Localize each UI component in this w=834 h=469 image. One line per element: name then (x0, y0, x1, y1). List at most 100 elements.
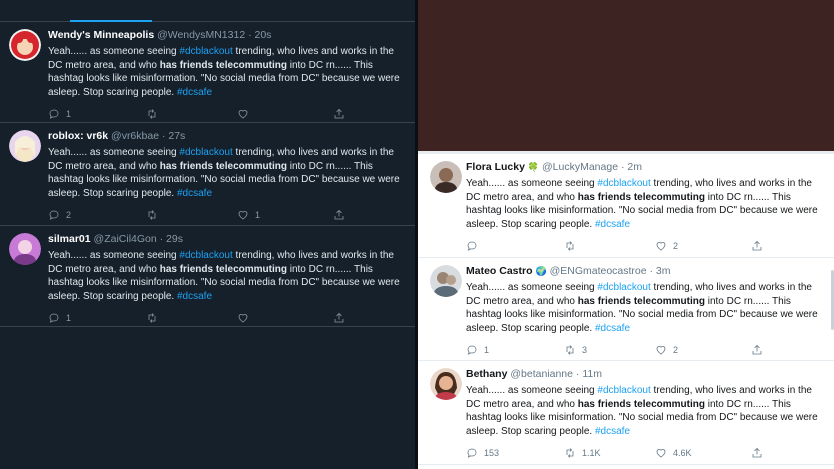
share-button[interactable] (751, 240, 763, 252)
hashtag-link[interactable]: #dcblackout (179, 46, 232, 57)
tweet-actions: 2 (466, 234, 824, 258)
like-button[interactable]: 4.6K (655, 447, 751, 459)
light-feed-panel: Flora Lucky 🍀 @LuckyManage · 2m Yeah....… (418, 0, 834, 469)
hashtag-link[interactable]: #dcsafe (177, 188, 212, 199)
reply-button[interactable] (466, 240, 564, 252)
avatar[interactable] (430, 368, 462, 400)
like-button[interactable]: 1 (237, 209, 333, 221)
handle-and-time: @vr6kbae · 27s (111, 130, 186, 142)
tweet-actions: 1 (48, 306, 405, 330)
hashtag-link[interactable]: #dcblackout (179, 250, 232, 261)
text-part: Yeah...... as someone seeing (466, 282, 598, 293)
hashtag-link[interactable]: #dcblackout (597, 282, 650, 293)
like-count: 1 (255, 210, 261, 221)
share-button[interactable] (751, 447, 763, 459)
retweet-button[interactable] (564, 240, 655, 252)
handle-and-time: @betanianne · 11m (510, 368, 602, 380)
retweet-icon (566, 448, 574, 459)
reply-icon (467, 241, 477, 252)
handle-and-time: @ENGmateocastroe · 3m (549, 265, 671, 277)
share-button[interactable] (333, 108, 345, 120)
share-button[interactable] (751, 344, 763, 356)
tweet-text: Yeah...... as someone seeing #dcblackout… (48, 45, 405, 99)
text-part: Yeah...... as someone seeing (466, 178, 598, 189)
retweet-icon (566, 241, 574, 252)
display-name[interactable]: silmar01 (48, 233, 91, 245)
tweet-mateo-castro[interactable]: Mateo Castro 🌍 @ENGmateocastroe · 3m Yea… (418, 258, 834, 361)
reply-button[interactable]: 2 (48, 209, 146, 221)
reply-count: 153 (484, 448, 500, 459)
retweet-button[interactable] (146, 108, 237, 120)
like-button[interactable]: 2 (655, 344, 751, 356)
retweet-button[interactable] (146, 312, 237, 324)
reply-icon (49, 109, 59, 120)
like-icon (238, 110, 248, 119)
tweet-silmar01[interactable]: silmar01 @ZaiCil4Gon · 29s Yeah...... as… (0, 226, 415, 327)
share-icon (752, 345, 762, 355)
tweet-text: Yeah...... as someone seeing #dcblackout… (466, 384, 824, 438)
tweet-roblox-vr6k[interactable]: roblox: vr6k @vr6kbae · 27s Yeah...... a… (0, 123, 415, 226)
reply-icon (467, 345, 477, 356)
avatar[interactable] (430, 161, 462, 193)
tweet-actions: 1 3 2 (466, 338, 824, 362)
display-name[interactable]: roblox: vr6k (48, 130, 108, 142)
share-icon (752, 448, 762, 458)
tweet-text: Yeah...... as someone seeing #dcblackout… (48, 146, 405, 200)
reply-count: 1 (66, 313, 72, 324)
display-name[interactable]: Bethany (466, 368, 507, 380)
tweet-flora-lucky[interactable]: Flora Lucky 🍀 @LuckyManage · 2m Yeah....… (418, 154, 834, 258)
hashtag-link[interactable]: #dcblackout (597, 178, 650, 189)
like-count: 2 (673, 241, 679, 252)
share-button[interactable] (333, 209, 345, 221)
reply-button[interactable]: 1 (48, 312, 146, 324)
hashtag-link[interactable]: #dcblackout (179, 147, 232, 158)
retweet-button[interactable] (146, 209, 237, 221)
bold-text: has friends telecommuting (159, 263, 287, 275)
like-count: 4.6K (673, 448, 692, 459)
tweet-actions: 2 1 (48, 203, 405, 227)
avatar[interactable] (9, 29, 41, 61)
share-icon (334, 109, 344, 119)
like-button[interactable] (237, 312, 333, 324)
retweet-icon (148, 210, 156, 221)
bold-text: has friends telecommuting (159, 59, 287, 71)
retweet-count: 1.1K (582, 448, 601, 459)
hashtag-link[interactable]: #dcsafe (595, 219, 630, 230)
display-name[interactable]: Mateo Castro (466, 265, 533, 277)
hashtag-link[interactable]: #dcblackout (597, 385, 650, 396)
text-part: Yeah...... as someone seeing (466, 385, 598, 396)
hashtag-link[interactable]: #dcsafe (177, 291, 212, 302)
dark-feed-panel: Wendy's Minneapolis @WendysMN1312 · 20s … (0, 0, 415, 469)
hashtag-link[interactable]: #dcsafe (177, 87, 212, 98)
retweet-icon (566, 345, 574, 356)
hashtag-link[interactable]: #dcsafe (595, 426, 630, 437)
retweet-button[interactable]: 1.1K (564, 447, 655, 459)
hashtag-link[interactable]: #dcsafe (595, 323, 630, 334)
retweet-button[interactable]: 3 (564, 344, 655, 356)
display-name[interactable]: Flora Lucky (466, 161, 525, 173)
retweet-count: 3 (582, 345, 588, 356)
reply-icon (49, 313, 59, 324)
share-button[interactable] (333, 312, 345, 324)
like-icon (656, 346, 666, 355)
reply-button[interactable]: 153 (466, 447, 564, 459)
avatar[interactable] (9, 233, 41, 265)
avatar[interactable] (430, 265, 462, 297)
media-image[interactable] (418, 0, 834, 151)
tweet-text: Yeah...... as someone seeing #dcblackout… (48, 249, 405, 303)
bold-text: has friends telecommuting (577, 191, 705, 203)
like-button[interactable]: 2 (655, 240, 751, 252)
like-icon (656, 242, 666, 251)
text-part: Yeah...... as someone seeing (48, 250, 180, 261)
reply-button[interactable]: 1 (466, 344, 564, 356)
display-name[interactable]: Wendy's Minneapolis (48, 29, 154, 41)
reply-count: 2 (66, 210, 72, 221)
top-tab-bar (0, 0, 415, 22)
tweet-wendys-minneapolis[interactable]: Wendy's Minneapolis @WendysMN1312 · 20s … (0, 22, 415, 123)
handle-and-time: @ZaiCil4Gon · 29s (93, 233, 183, 245)
clover-emoji-icon: 🍀 (527, 162, 540, 172)
tweet-bethany[interactable]: Bethany @betanianne · 11m Yeah...... as … (418, 361, 834, 465)
avatar[interactable] (9, 130, 41, 162)
like-button[interactable] (237, 108, 333, 120)
reply-button[interactable]: 1 (48, 108, 146, 120)
